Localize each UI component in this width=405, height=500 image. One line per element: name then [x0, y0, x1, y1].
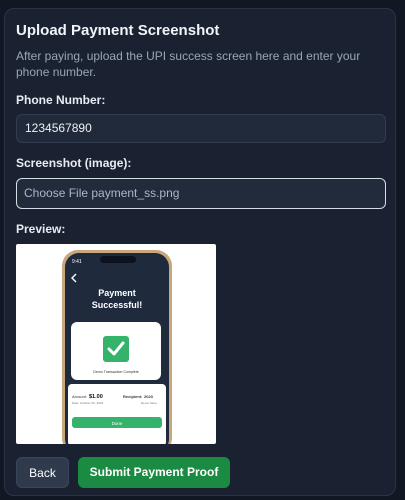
phone-field[interactable]: 1234567890 — [16, 114, 386, 143]
preview-heading-1: Payment — [98, 288, 136, 298]
phone-time: 9:41 — [72, 259, 82, 265]
file-upload-input[interactable]: Choose File payment_ss.png — [16, 178, 386, 209]
recipient-value: 2023 — [144, 394, 154, 399]
phone-notch — [100, 256, 136, 263]
screenshot-preview: 9:41 Payment Successful! Demo Transactio… — [16, 244, 216, 444]
recipient-label: Recipient: — [123, 394, 142, 399]
submit-payment-button[interactable]: Submit Payment Proof — [78, 457, 230, 488]
phone-label: Phone Number: — [16, 93, 106, 107]
recipient-name: Demo Store — [141, 401, 157, 405]
screenshot-label: Screenshot (image): — [16, 156, 132, 170]
instructions-text: After paying, upload the UPI success scr… — [16, 49, 361, 79]
date-text: Date: October 26, 2023 — [72, 401, 104, 405]
check-badge — [103, 336, 129, 362]
phone-preview-image: 9:41 Payment Successful! Demo Transactio… — [62, 250, 172, 444]
amount-label: Amount: — [72, 394, 87, 399]
preview-heading-2: Successful! — [92, 300, 143, 310]
details-panel — [68, 384, 166, 444]
transaction-text: Demo Transaction Complete — [93, 370, 139, 374]
page-title: Upload Payment Screenshot — [16, 22, 220, 39]
done-label: Done — [112, 421, 123, 426]
upload-card: Upload Payment Screenshot After paying, … — [4, 8, 396, 496]
preview-label: Preview: — [16, 222, 66, 236]
back-button[interactable]: Back — [16, 457, 69, 488]
amount-value: $1.00 — [89, 394, 103, 400]
